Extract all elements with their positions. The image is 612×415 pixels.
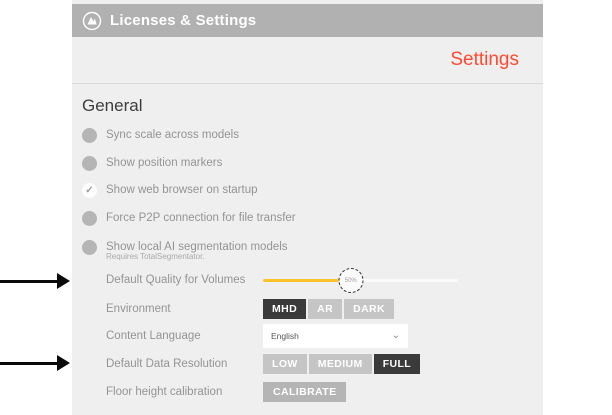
quality-slider[interactable]: 50% <box>263 269 458 291</box>
toggle-circle-icon[interactable] <box>82 240 97 255</box>
screenshot-stage: Licenses & Settings Settings General Syn… <box>0 0 612 415</box>
content-language-label: Content Language <box>106 330 263 342</box>
toggle-circle-icon[interactable] <box>82 128 97 143</box>
settings-panel: Licenses & Settings Settings General Syn… <box>72 0 543 415</box>
quality-slider-label: Default Quality for Volumes <box>106 274 263 286</box>
toggle-note: Requires TotalSegmentator. <box>106 252 205 261</box>
calibrate-button[interactable]: CALIBRATE <box>263 382 346 402</box>
resolution-option-medium[interactable]: MEDIUM <box>309 354 372 374</box>
floor-calibration-row: Floor height calibration CALIBRATE <box>106 381 526 403</box>
section-heading-general: General <box>82 96 142 116</box>
environment-label: Environment <box>106 303 263 315</box>
toggle-label: Force P2P connection for file transfer <box>106 212 296 224</box>
app-title: Licenses & Settings <box>110 12 256 29</box>
toggle-position-markers[interactable]: Show position markers <box>82 154 222 172</box>
toggle-force-p2p[interactable]: Force P2P connection for file transfer <box>82 209 296 227</box>
page-title: Settings <box>450 49 519 71</box>
subheader: Settings <box>72 37 543 84</box>
toggle-circle-icon[interactable] <box>82 211 97 226</box>
environment-row: Environment MHD AR DARK <box>106 298 526 320</box>
data-resolution-label: Default Data Resolution <box>106 358 263 370</box>
content-language-select[interactable]: English ⌄ <box>263 324 408 348</box>
arrow-head-icon <box>57 273 70 289</box>
arrow-line <box>0 362 57 365</box>
environment-segmented-control: MHD AR DARK <box>263 299 394 319</box>
app-logo-icon <box>82 11 102 31</box>
data-resolution-row: Default Data Resolution LOW MEDIUM FULL <box>106 353 526 375</box>
app-title-bar: Licenses & Settings <box>72 4 543 37</box>
toggle-circle-icon[interactable] <box>82 156 97 171</box>
resolution-option-full[interactable]: FULL <box>374 354 420 374</box>
environment-option-mhd[interactable]: MHD <box>263 299 306 319</box>
environment-option-ar[interactable]: AR <box>308 299 342 319</box>
environment-option-dark[interactable]: DARK <box>344 299 394 319</box>
content-language-value: English <box>271 331 299 341</box>
annotation-arrow-quality <box>0 273 70 289</box>
arrow-head-icon <box>57 355 70 371</box>
chevron-down-icon: ⌄ <box>392 331 400 341</box>
checkmark-icon[interactable]: ✓ <box>82 183 97 198</box>
data-resolution-segmented-control: LOW MEDIUM FULL <box>263 354 420 374</box>
toggle-label: Sync scale across models <box>106 129 239 141</box>
resolution-option-low[interactable]: LOW <box>263 354 307 374</box>
toggle-sync-scale[interactable]: Sync scale across models <box>82 126 239 144</box>
quality-slider-row: Default Quality for Volumes 50% <box>106 269 526 291</box>
toggle-label: Show position markers <box>106 157 222 169</box>
content-language-row: Content Language English ⌄ <box>106 325 526 347</box>
toggle-label: Show web browser on startup <box>106 184 258 196</box>
arrow-line <box>0 280 57 283</box>
slider-handle[interactable]: 50% <box>338 268 363 293</box>
annotation-arrow-resolution <box>0 355 70 371</box>
slider-value: 50% <box>345 278 357 284</box>
floor-calibration-label: Floor height calibration <box>106 386 263 398</box>
toggle-web-browser-startup[interactable]: ✓ Show web browser on startup <box>82 181 258 199</box>
